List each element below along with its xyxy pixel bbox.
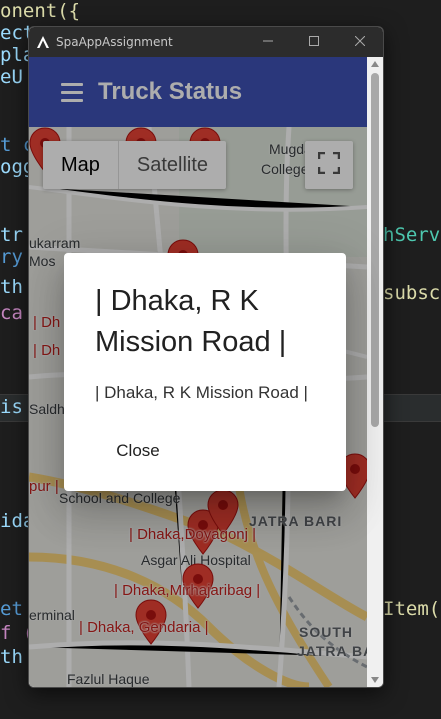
vertical-scrollbar[interactable] — [367, 57, 383, 687]
dialog-title: | Dhaka, R K Mission Road | — [95, 285, 287, 358]
dialog-close-button[interactable]: Close — [103, 433, 173, 469]
code-line: subsc — [383, 282, 441, 304]
marker-info-dialog: | Dhaka, R K Mission Road | | Dhaka, R K… — [64, 253, 346, 491]
dialog-content: | Dhaka, R K Mission Road | — [95, 383, 308, 402]
maximize-icon — [309, 35, 319, 49]
code-line: is — [0, 396, 23, 418]
code-line: tr — [0, 224, 23, 246]
close-window-button[interactable] — [337, 27, 383, 57]
code-line: onent({ — [0, 0, 81, 22]
window-title: SpaAppAssignment — [56, 35, 173, 49]
scroll-up-icon[interactable] — [371, 61, 379, 67]
scrollbar-thumb[interactable] — [371, 73, 379, 427]
minimize-button[interactable] — [245, 27, 291, 57]
code-line: Item( — [383, 598, 441, 620]
app-window: SpaAppAssignment Truck Status School and… — [28, 26, 384, 688]
window-titlebar[interactable]: SpaAppAssignment — [29, 27, 383, 57]
code-line: et — [0, 598, 23, 620]
code-line: hServ — [383, 224, 441, 246]
close-icon — [354, 35, 366, 49]
code-line: th — [0, 646, 23, 668]
minimize-icon — [263, 35, 273, 49]
angular-logo-icon — [34, 33, 52, 51]
maximize-button[interactable] — [291, 27, 337, 57]
code-line: ry — [0, 246, 23, 268]
scroll-down-icon[interactable] — [371, 677, 379, 683]
code-line: eU — [0, 66, 23, 88]
code-line: ca — [0, 302, 23, 324]
code-line: th — [0, 276, 23, 298]
